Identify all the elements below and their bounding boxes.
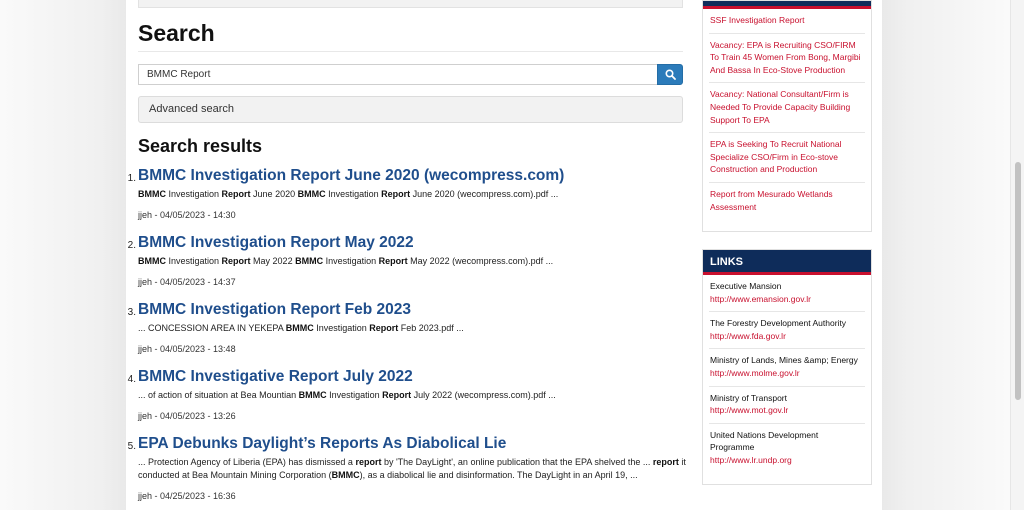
result-number: 4.	[127, 374, 136, 385]
result-snippet: BMMC Investigation Report June 2020 BMMC…	[138, 188, 694, 201]
title-divider	[138, 51, 683, 52]
result-snippet: ... CONCESSION AREA IN YEKEPA BMMC Inves…	[138, 322, 694, 335]
highlighted-term: Report	[221, 256, 251, 266]
notice-link[interactable]: SSF Investigation Report	[710, 14, 864, 27]
snippet-text: ), as a diabolical lie and disinformatio…	[359, 470, 638, 480]
search-icon	[664, 69, 676, 80]
highlighted-term: BMMC	[298, 390, 327, 400]
notice-link[interactable]: Report from Mesurado Wetlands Assessment	[710, 188, 864, 213]
highlighted-term: Report	[369, 323, 399, 333]
result-meta: jjeh - 04/05/2023 - 14:37	[138, 277, 236, 287]
link-url[interactable]: http://www.mot.gov.lr	[710, 404, 864, 417]
result-title-link[interactable]: EPA Debunks Daylight’s Reports As Diabol…	[138, 435, 506, 453]
notice-link[interactable]: EPA is Seeking To Recruit National Speci…	[710, 138, 864, 176]
link-item: Ministry of Transport http://www.mot.gov…	[709, 387, 865, 424]
page-title: Search	[138, 20, 215, 46]
result-title-link[interactable]: BMMC Investigative Report July 2022	[138, 368, 413, 386]
highlighted-term: Report	[382, 390, 412, 400]
snippet-text: by 'The DayLight', an online publication…	[381, 457, 653, 467]
snippet-text: Feb 2023.pdf ...	[398, 323, 464, 333]
snippet-text: May 2022 (wecompress.com).pdf ...	[407, 256, 554, 266]
highlighted-term: Report	[378, 256, 408, 266]
snippet-text: July 2022 (wecompress.com).pdf ...	[411, 390, 556, 400]
link-url[interactable]: http://www.fda.gov.lr	[710, 330, 864, 343]
notice-link[interactable]: Vacancy: National Consultant/Firm is Nee…	[710, 88, 864, 126]
page-background-right	[882, 0, 1010, 510]
notice-item: Vacancy: EPA is Recruiting CSO/FIRM To T…	[709, 34, 865, 84]
link-item: United Nations Development Programme htt…	[709, 424, 865, 473]
results-heading: Search results	[138, 136, 263, 156]
highlighted-term: report	[652, 457, 679, 467]
result-number: 5.	[127, 441, 136, 452]
link-name: Ministry of Lands, Mines &amp; Energy	[710, 355, 858, 366]
link-name: United Nations Development Programme	[710, 429, 819, 453]
snippet-text: June 2020 (wecompress.com).pdf ...	[410, 189, 559, 199]
notice-item: EPA is Seeking To Recruit National Speci…	[709, 133, 865, 183]
result-meta: jjeh - 04/05/2023 - 14:30	[138, 210, 236, 220]
highlighted-term: BMMC	[295, 256, 324, 266]
link-name: The Forestry Development Authority	[710, 318, 847, 329]
highlighted-term: BMMC	[297, 189, 326, 199]
highlighted-term: BMMC	[138, 256, 166, 266]
link-item: The Forestry Development Authority http:…	[709, 312, 865, 350]
snippet-text: Investigation	[325, 189, 382, 199]
result-number: 2.	[127, 240, 136, 251]
search-button[interactable]	[657, 64, 683, 85]
result-number: 1.	[127, 173, 136, 184]
result-title-link[interactable]: BMMC Investigation Report Feb 2023	[138, 301, 411, 319]
scrollbar-thumb[interactable]	[1015, 162, 1021, 400]
snippet-text: Investigation	[166, 189, 222, 199]
search-input[interactable]	[138, 64, 658, 85]
snippet-text: ... CONCESSION AREA IN YEKEPA	[138, 323, 286, 333]
notice-item: SSF Investigation Report	[709, 9, 865, 34]
highlighted-term: Report	[381, 189, 411, 199]
highlighted-term: BMMC	[285, 323, 314, 333]
snippet-text: Investigation	[326, 390, 383, 400]
notices-box: SSF Investigation Report Vacancy: EPA is…	[702, 0, 872, 232]
notice-item: Vacancy: National Consultant/Firm is Nee…	[709, 83, 865, 134]
notices-box-header	[703, 1, 871, 9]
snippet-text: Investigation	[313, 323, 370, 333]
result-title-link[interactable]: BMMC Investigation Report May 2022	[138, 234, 414, 252]
link-item: Ministry of Lands, Mines &amp; Energy ht…	[709, 349, 865, 387]
link-url[interactable]: http://www.emansion.gov.lr	[710, 293, 864, 306]
link-name: Ministry of Transport	[710, 392, 787, 403]
result-snippet: ... Protection Agency of Liberia (EPA) h…	[138, 456, 694, 482]
snippet-text: ... Protection Agency of Liberia (EPA) h…	[138, 457, 356, 467]
result-snippet: ... of action of situation at Bea Mounti…	[138, 389, 694, 402]
result-number: 3.	[127, 307, 136, 318]
top-panel-edge	[138, 0, 683, 8]
links-box-header: LINKS	[703, 250, 871, 275]
link-item: Executive Mansion http://www.emansion.go…	[709, 275, 865, 313]
highlighted-term: report	[355, 457, 382, 467]
notice-item: Report from Mesurado Wetlands Assessment	[709, 183, 865, 219]
snippet-text: May 2022	[250, 256, 296, 266]
highlighted-term: BMMC	[331, 470, 360, 480]
result-snippet: BMMC Investigation Report May 2022 BMMC …	[138, 255, 694, 268]
scrollbar[interactable]	[1010, 0, 1024, 510]
snippet-text: Investigation	[166, 256, 222, 266]
highlighted-term: Report	[221, 189, 251, 199]
snippet-text: ... of action of situation at Bea Mounti…	[138, 390, 299, 400]
link-url[interactable]: http://www.lr.undp.org	[710, 454, 864, 467]
link-name: Executive Mansion	[710, 281, 782, 291]
snippet-text: Investigation	[323, 256, 379, 266]
links-box: LINKS Executive Mansion http://www.emans…	[702, 249, 872, 485]
highlighted-term: BMMC	[138, 189, 166, 199]
advanced-search-toggle[interactable]: Advanced search	[138, 96, 683, 123]
notice-link[interactable]: Vacancy: EPA is Recruiting CSO/FIRM To T…	[710, 39, 864, 77]
page-background-left	[0, 0, 126, 510]
link-url[interactable]: http://www.molme.gov.lr	[710, 367, 864, 380]
result-title-link[interactable]: BMMC Investigation Report June 2020 (wec…	[138, 167, 564, 185]
snippet-text: June 2020	[250, 189, 298, 199]
result-meta: jjeh - 04/05/2023 - 13:26	[138, 411, 236, 421]
result-meta: jjeh - 04/05/2023 - 13:48	[138, 344, 236, 354]
result-meta: jjeh - 04/25/2023 - 16:36	[138, 491, 236, 501]
